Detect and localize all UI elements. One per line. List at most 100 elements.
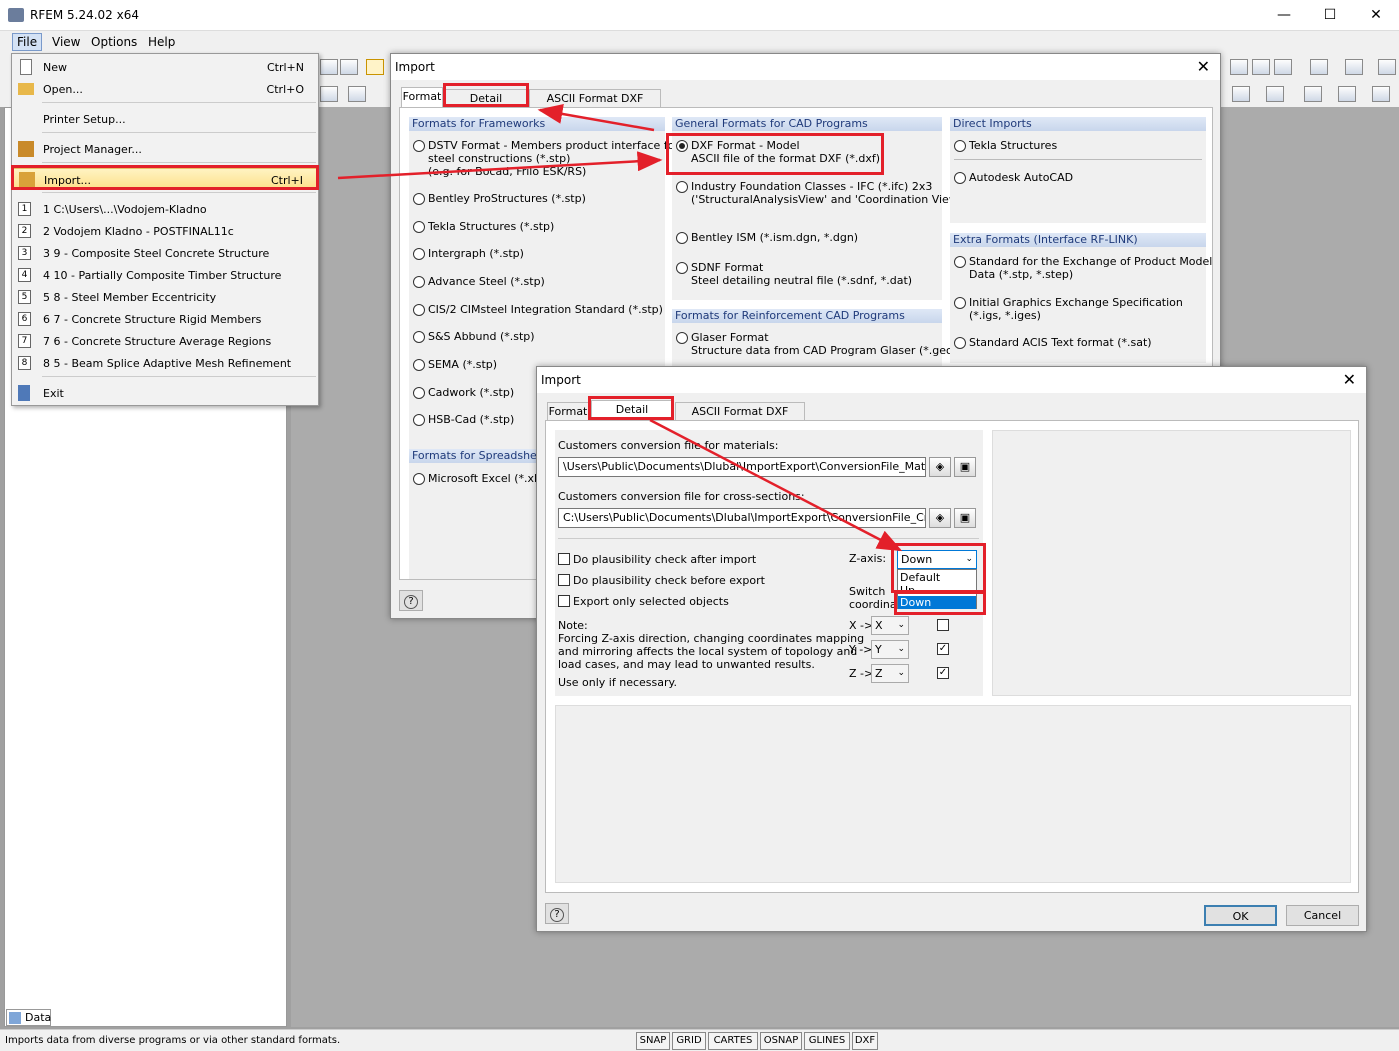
cross-section-file-input[interactable]: C:\Users\Public\Documents\Dlubal\ImportE… (558, 508, 926, 528)
toolbar-icon[interactable] (366, 59, 384, 75)
toolbar-icon[interactable] (1230, 59, 1248, 75)
osnap-toggle[interactable]: OSNAP (760, 1032, 802, 1050)
browse-materials-button[interactable]: ◈ (929, 457, 951, 477)
exit-icon (18, 385, 30, 401)
dialog-header: Import ✕ (391, 54, 1220, 80)
toolbar-icon[interactable] (1338, 86, 1356, 102)
export-selected-checkbox[interactable] (558, 595, 570, 607)
toolbar-icon[interactable] (1266, 86, 1284, 102)
menu-item-recent-3[interactable]: 3 3 9 - Composite Steel Concrete Structur… (12, 242, 318, 264)
cancel-button[interactable]: Cancel (1286, 905, 1359, 926)
radio-label: CIS/2 CIMsteel Integration Standard (*.s… (428, 303, 663, 316)
edit-materials-button[interactable]: ▣ (954, 457, 976, 477)
radio-label: ('StructuralAnalysisView' and 'Coordinat… (691, 193, 966, 206)
toolbar-icon[interactable] (340, 59, 358, 75)
materials-file-label: Customers conversion file for materials: (558, 439, 779, 452)
menu-item-recent-7[interactable]: 7 7 6 - Concrete Structure Average Region… (12, 330, 318, 352)
materials-file-input[interactable]: \Users\Public\Documents\Dlubal\ImportExp… (558, 457, 926, 477)
maximize-button[interactable]: ☐ (1307, 0, 1353, 31)
menu-item-recent-8[interactable]: 8 8 5 - Beam Splice Adaptive Mesh Refinem… (12, 352, 318, 374)
toolbar-icon[interactable] (1274, 59, 1292, 75)
project-manager-icon (18, 141, 34, 157)
toolbar-icon[interactable] (320, 86, 338, 102)
menu-item-import[interactable]: Import... Ctrl+I (12, 168, 318, 190)
mirror-x-checkbox[interactable] (937, 619, 949, 631)
toolbar-icon[interactable] (1372, 86, 1390, 102)
radio-label: Bentley ProStructures (*.stp) (428, 192, 586, 205)
tab-format[interactable]: Format (401, 87, 443, 107)
status-bar: Imports data from diverse programs or vi… (0, 1029, 1399, 1051)
snap-toggle[interactable]: SNAP (636, 1032, 670, 1050)
menu-view[interactable]: View (52, 35, 80, 49)
tab-format[interactable]: Format (547, 402, 589, 422)
toolbar-icon[interactable] (348, 86, 366, 102)
ok-button[interactable]: OK (1204, 905, 1277, 926)
menu-options[interactable]: Options (91, 35, 137, 49)
zaxis-option-default[interactable]: Default (900, 571, 940, 584)
edit-cross-section-button[interactable]: ▣ (954, 508, 976, 528)
glines-toggle[interactable]: GLINES (804, 1032, 850, 1050)
mirror-y-checkbox[interactable]: ✓ (937, 643, 949, 655)
menu-file[interactable]: File (12, 33, 43, 51)
zaxis-option-down[interactable]: Down (898, 596, 976, 609)
tab-detail-settings[interactable]: Detail Settings (591, 400, 673, 434)
status-text: Imports data from diverse programs or vi… (5, 1035, 341, 1046)
tab-detail-settings[interactable]: Detail Settings (445, 89, 527, 123)
radio-label: Standard ACIS Text format (*.sat) (969, 336, 1152, 349)
mirror-z-checkbox[interactable]: ✓ (937, 667, 949, 679)
toolbar-icon[interactable] (1304, 86, 1322, 102)
group-cad: General Formats for CAD Programs DXF For… (672, 117, 965, 300)
menu-item-recent-5[interactable]: 5 5 8 - Steel Member Eccentricity (12, 286, 318, 308)
import-icon (19, 172, 35, 188)
map-z-select[interactable]: Z ⌄ (871, 664, 909, 683)
map-x-select[interactable]: X ⌄ (871, 616, 909, 635)
radio-label: DXF Format - Model (691, 139, 800, 152)
menu-item-open[interactable]: Open... Ctrl+O (12, 78, 318, 100)
toolbar-icon[interactable] (320, 59, 338, 75)
minimize-button[interactable]: — (1261, 0, 1307, 31)
zaxis-select[interactable]: Down ⌄ (897, 550, 977, 569)
toolbar-icon[interactable] (1345, 59, 1363, 75)
help-button[interactable]: ? (545, 903, 569, 924)
divider (954, 159, 1202, 160)
switch-label: coordinates (849, 598, 897, 611)
toolbar-icon[interactable] (1378, 59, 1396, 75)
menu-separator (42, 376, 316, 377)
menu-item-recent-4[interactable]: 4 4 10 - Partially Composite Timber Struc… (12, 264, 318, 286)
recent-number-icon: 5 (18, 290, 31, 304)
menu-item-printer-setup[interactable]: Printer Setup... (12, 108, 318, 130)
tab-ascii-dxf[interactable]: ASCII Format DXF (*.dxf) (529, 89, 661, 123)
zaxis-option-up[interactable]: Up (900, 584, 915, 592)
menu-item-recent-1[interactable]: 1 1 C:\Users\...\Vodojem-Kladno (12, 198, 318, 220)
help-icon: ? (404, 595, 418, 609)
radio-label: Standard for the Exchange of Product Mod… (969, 255, 1213, 268)
info-area (555, 705, 1351, 883)
toolbar-icon[interactable] (1310, 59, 1328, 75)
grid-toggle[interactable]: GRID (672, 1032, 706, 1050)
divider (558, 538, 979, 539)
plausibility-export-checkbox[interactable] (558, 574, 570, 586)
dialog-close-button[interactable]: ✕ (1343, 370, 1356, 389)
tab-ascii-dxf[interactable]: ASCII Format DXF (*.dxf) (675, 402, 805, 436)
menu-item-new[interactable]: New Ctrl+N (12, 56, 318, 78)
menu-item-recent-6[interactable]: 6 6 7 - Concrete Structure Rigid Members (12, 308, 318, 330)
help-button[interactable]: ? (399, 590, 423, 611)
close-button[interactable]: ✕ (1353, 0, 1399, 31)
toolbar-icon[interactable] (1252, 59, 1270, 75)
dialog-close-button[interactable]: ✕ (1197, 57, 1210, 76)
menu-item-exit[interactable]: Exit (12, 382, 318, 404)
menu-item-recent-2[interactable]: 2 2 Vodojem Kladno - POSTFINAL11c (12, 220, 318, 242)
dxf-toggle[interactable]: DXF (852, 1032, 878, 1050)
recent-number-icon: 1 (18, 202, 31, 216)
plausibility-import-checkbox[interactable] (558, 553, 570, 565)
radio-label: Steel detailing neutral file (*.sdnf, *.… (691, 274, 913, 287)
data-tab[interactable]: Data (6, 1009, 51, 1026)
cartes-toggle[interactable]: CARTES (708, 1032, 758, 1050)
menu-help[interactable]: Help (148, 35, 175, 49)
menu-item-project-manager[interactable]: Project Manager... (12, 138, 318, 160)
toolbar-icon[interactable] (1232, 86, 1250, 102)
browse-cross-section-button[interactable]: ◈ (929, 508, 951, 528)
map-y-select[interactable]: Y ⌄ (871, 640, 909, 659)
radio-label: Intergraph (*.stp) (428, 247, 524, 260)
group-direct-title: Direct Imports (950, 117, 1206, 131)
